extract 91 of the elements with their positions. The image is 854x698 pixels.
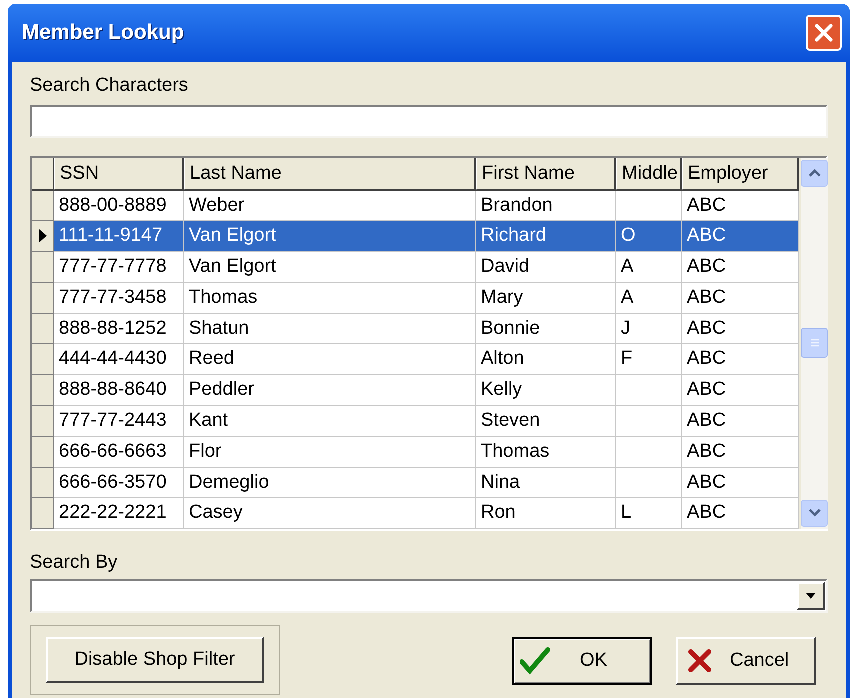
table-cell: ABC <box>682 252 799 283</box>
row-header-cell[interactable] <box>32 282 54 314</box>
ok-button[interactable]: OK <box>512 637 652 685</box>
table-cell: Kelly <box>476 375 616 406</box>
table-cell <box>616 468 682 498</box>
column-header[interactable]: Last Name <box>184 158 476 190</box>
table-cell: Flor <box>184 436 476 468</box>
cancel-button[interactable]: Cancel <box>676 637 816 685</box>
table-cell: Demeglio <box>184 468 476 498</box>
table-cell: Reed <box>184 344 476 376</box>
table-cell: 444-44-4430 <box>54 344 184 376</box>
table-cell: 666-66-3570 <box>54 468 184 498</box>
table-cell: Nina <box>476 468 616 498</box>
table-cell: 222-22-2221 <box>54 498 184 530</box>
table-cell: Bonnie <box>476 314 616 344</box>
table-cell: ABC <box>682 344 799 376</box>
grip-icon <box>810 338 820 348</box>
table-cell: David <box>476 252 616 283</box>
column-header[interactable]: Middle <box>616 158 682 190</box>
table-cell: O <box>616 221 682 252</box>
table-cell: Casey <box>184 498 476 530</box>
table-cell: Thomas <box>184 282 476 314</box>
check-icon <box>520 647 550 675</box>
row-header-cell[interactable] <box>32 344 54 376</box>
scroll-thumb[interactable] <box>801 328 828 358</box>
table-cell: Kant <box>184 406 476 437</box>
row-header-cell[interactable] <box>32 498 54 530</box>
table-cell: Brandon <box>476 190 616 222</box>
table-cell: Ron <box>476 498 616 530</box>
table-cell: Shatun <box>184 314 476 344</box>
table-cell: F <box>616 344 682 376</box>
table-cell <box>616 406 682 437</box>
table-cell: A <box>616 282 682 314</box>
table-cell: Van Elgort <box>184 252 476 283</box>
row-header-cell[interactable] <box>32 252 54 283</box>
table-cell: Mary <box>476 282 616 314</box>
column-header[interactable]: Employer <box>682 158 799 190</box>
close-icon <box>814 23 834 43</box>
row-header-cell[interactable] <box>32 406 54 437</box>
table-cell: ABC <box>682 314 799 344</box>
table-cell: Weber <box>184 190 476 222</box>
table-cell: A <box>616 252 682 283</box>
table-cell: Alton <box>476 344 616 376</box>
table-cell: 777-77-2443 <box>54 406 184 437</box>
table-cell: 777-77-7778 <box>54 252 184 283</box>
table-cell: ABC <box>682 282 799 314</box>
table-cell <box>616 375 682 406</box>
table-cell: ABC <box>682 190 799 222</box>
table-cell: Steven <box>476 406 616 437</box>
table-cell <box>616 190 682 222</box>
field-label: Search Characters <box>30 74 188 98</box>
column-header[interactable]: First Name <box>476 158 616 190</box>
table-cell: Peddler <box>184 375 476 406</box>
table-cell: Thomas <box>476 436 616 468</box>
table-cell: 666-66-6663 <box>54 436 184 468</box>
scroll-up-button[interactable] <box>801 160 828 186</box>
table-cell: ABC <box>682 436 799 468</box>
table-cell: 888-00-8889 <box>54 190 184 222</box>
search-by-dropdown[interactable] <box>30 579 828 613</box>
table-cell: ABC <box>682 498 799 530</box>
column-header[interactable]: SSN <box>54 158 184 190</box>
table-cell: L <box>616 498 682 530</box>
scrollbar[interactable] <box>801 158 828 528</box>
table-cell: ABC <box>682 221 799 252</box>
cross-icon <box>688 649 712 673</box>
row-header-cell[interactable] <box>32 468 54 498</box>
table-cell: ABC <box>682 375 799 406</box>
table-cell: 111-11-9147 <box>54 221 184 252</box>
table-cell: ABC <box>682 468 799 498</box>
table-cell: J <box>616 314 682 344</box>
field-label: Search By <box>30 550 118 574</box>
window-title: Member Lookup <box>22 20 184 46</box>
table-cell <box>616 436 682 468</box>
disable-shop-filter-button[interactable]: Disable Shop Filter <box>46 637 264 683</box>
current-row-icon <box>38 228 48 244</box>
row-header-cell[interactable] <box>32 375 54 406</box>
scroll-down-button[interactable] <box>801 500 828 526</box>
table-cell: 777-77-3458 <box>54 282 184 314</box>
search-field[interactable] <box>30 104 828 138</box>
caret-icon <box>806 593 816 599</box>
table-cell: 888-88-1252 <box>54 314 184 344</box>
table-cell: Richard <box>476 221 616 252</box>
row-header-cell[interactable] <box>32 190 54 222</box>
row-header-cell[interactable] <box>32 221 54 252</box>
close-button[interactable] <box>806 15 842 51</box>
table-cell: Van Elgort <box>184 221 476 252</box>
dropdown-button[interactable] <box>797 582 825 610</box>
table-cell: 888-88-8640 <box>54 375 184 406</box>
row-header-cell[interactable] <box>32 314 54 344</box>
table-cell: ABC <box>682 406 799 437</box>
row-header-cell[interactable] <box>32 436 54 468</box>
